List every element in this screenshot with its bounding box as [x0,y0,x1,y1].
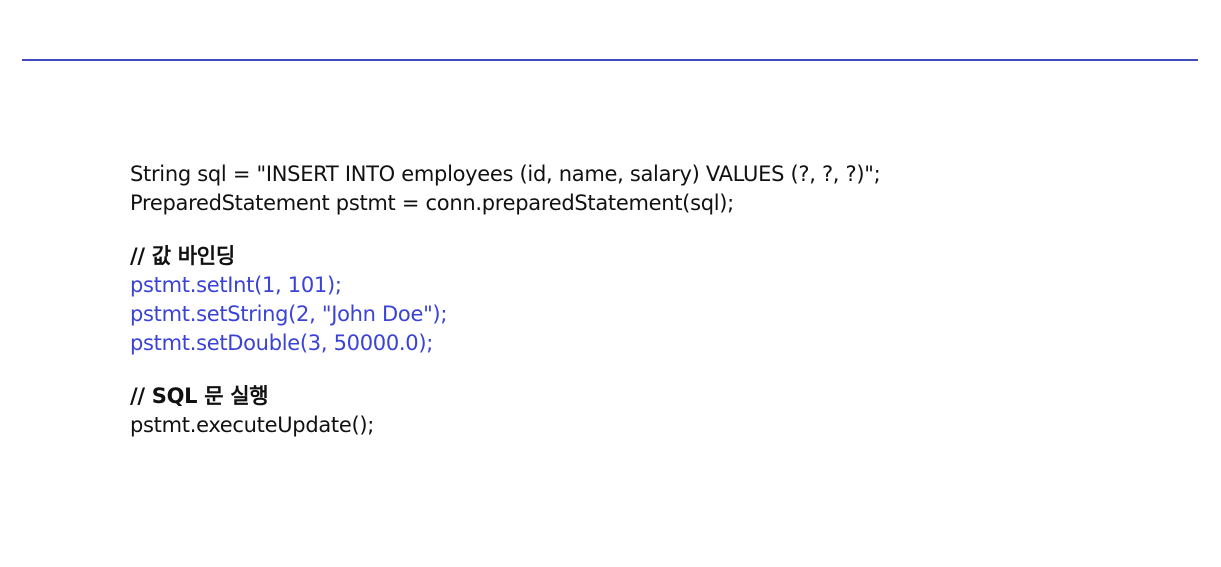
code-line-set-string: pstmt.setString(2, "John Doe"); [130,302,448,326]
code-line-set-int: pstmt.setInt(1, 101); [130,273,342,297]
code-line-set-double: pstmt.setDouble(3, 50000.0); [130,331,433,355]
header-divider [22,59,1198,61]
code-line-sql-string: String sql = "INSERT INTO employees (id,… [130,162,881,186]
code-line-prepared-statement: PreparedStatement pstmt = conn.preparedS… [130,191,734,215]
code-line-execute-update: pstmt.executeUpdate(); [130,413,375,437]
code-comment-binding: // 값 바인딩 [130,244,235,268]
code-snippet: String sql = "INSERT INTO employees (id,… [130,160,1190,440]
code-comment-execute: // SQL 문 실행 [130,384,269,408]
